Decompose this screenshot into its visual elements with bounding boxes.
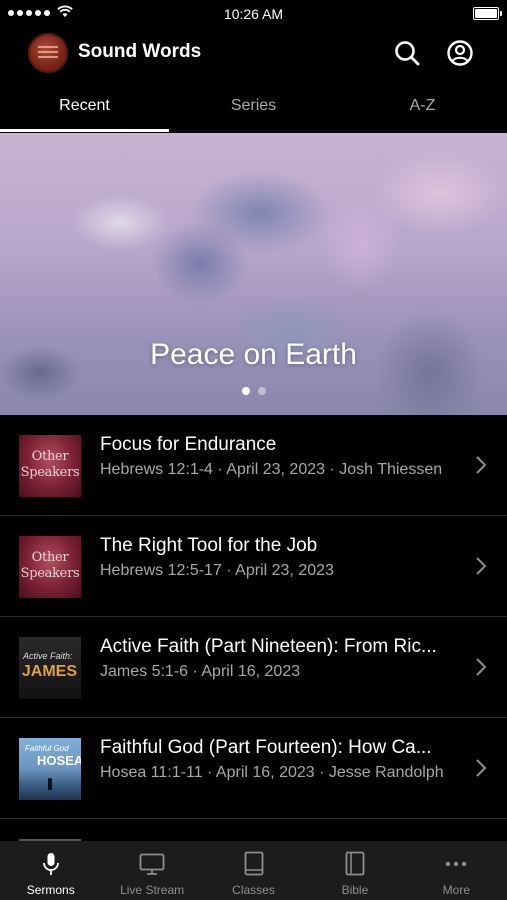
tab-sermons[interactable]: Sermons [0,841,101,900]
thumbnail-text: Other [31,449,69,464]
sermon-row[interactable]: Other Speakers The Right Tool for the Jo… [0,516,507,617]
page-dot[interactable] [257,387,266,395]
tab-classes[interactable]: Classes [203,841,304,900]
chevron-right-icon [476,456,487,474]
chevron-right-icon [476,557,487,575]
tab-label: Sermons [26,883,75,897]
search-icon [395,41,420,66]
chevron-right-icon [476,759,487,777]
sermon-row[interactable]: Other Speakers Focus for Endurance Hebre… [0,415,507,516]
thumbnail-text: Faithful God [25,744,69,753]
sermon-meta: Hebrews 12:1-4 · April 23, 2023 · Josh T… [100,461,443,478]
tab-a-z[interactable]: A-Z [338,86,507,132]
bible-icon [345,851,365,876]
sermon-title: Focus for Endurance [100,434,277,455]
user-icon [447,40,473,66]
thumbnail-text: Speakers [20,465,80,480]
thumbnail-text: Active Faith: [23,651,73,661]
app-title: Sound Words [78,41,202,62]
sermon-meta: James 5:1-6 · April 16, 2023 [100,663,301,680]
top-tabs: Recent Series A-Z [0,86,507,132]
tab-live-stream[interactable]: Live Stream [101,841,202,900]
sermon-title: The Right Tool for the Job [100,535,318,556]
microphone-icon [42,853,59,875]
thumbnail-text: Speakers [20,566,80,581]
book-icon [244,851,263,876]
tab-recent[interactable]: Recent [0,86,169,132]
tab-label: More [442,883,470,897]
app-logo [28,33,68,73]
figure-silhouette [48,778,52,790]
tab-series[interactable]: Series [169,86,338,132]
app-header: Sound Words [0,28,507,78]
sermon-thumbnail: Faithful God HOSEA [19,738,81,800]
thumbnail-text: HOSEA [37,753,81,768]
bottom-tab-bar: Sermons Live Stream Classes Bible More [0,841,507,900]
thumbnail-text: JAMES [21,663,77,680]
page-indicator[interactable] [0,387,507,395]
search-button[interactable] [392,38,422,68]
featured-title: Peace on Earth [150,338,357,371]
tab-more[interactable]: More [406,841,507,900]
sermon-thumbnail: Active Faith: JAMES [19,637,81,699]
sermon-row[interactable]: Faithful God HOSEA Faithful God (Part Fo… [0,718,507,819]
sermon-thumbnail: Other Speakers [19,435,81,497]
sermon-meta: Hosea 11:1-11 · April 16, 2023 · Jesse R… [100,764,444,781]
account-button[interactable] [445,38,475,68]
ellipsis-icon [446,861,467,867]
sermon-list: Other Speakers Focus for Endurance Hebre… [0,415,507,851]
status-time: 10:26 AM [223,6,284,22]
sermon-title: Faithful God (Part Fourteen): How Ca... [100,737,432,758]
sermon-meta: Hebrews 12:5-17 · April 23, 2023 [100,562,334,579]
status-bar: 10:26 AM [0,0,507,28]
tab-bible[interactable]: Bible [304,841,405,900]
chevron-right-icon [476,658,487,676]
thumbnail-text: Other [31,550,69,565]
sermon-title: Active Faith (Part Nineteen): From Ric..… [100,636,437,657]
page-dot[interactable] [241,387,250,395]
featured-banner[interactable]: Peace on Earth [0,133,507,415]
sermon-thumbnail: Other Speakers [19,536,81,598]
sermon-row[interactable]: Active Faith: JAMES Active Faith (Part N… [0,617,507,718]
tab-label: Classes [232,883,275,897]
battery-icon [473,7,502,20]
monitor-icon [139,853,165,875]
tab-label: Live Stream [120,883,185,897]
tab-label: Bible [341,883,369,897]
